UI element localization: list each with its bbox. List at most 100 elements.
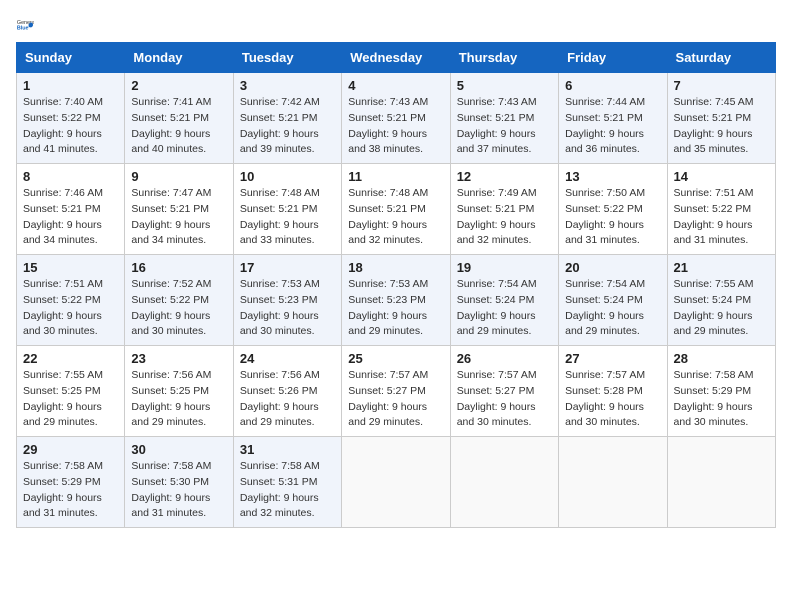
calendar-cell: 8 Sunrise: 7:46 AMSunset: 5:21 PMDayligh…: [17, 164, 125, 255]
calendar-cell: 16 Sunrise: 7:52 AMSunset: 5:22 PMDaylig…: [125, 255, 233, 346]
calendar-cell: 14 Sunrise: 7:51 AMSunset: 5:22 PMDaylig…: [667, 164, 775, 255]
calendar-cell: 25 Sunrise: 7:57 AMSunset: 5:27 PMDaylig…: [342, 346, 450, 437]
calendar-header-row: SundayMondayTuesdayWednesdayThursdayFrid…: [17, 43, 776, 73]
header-saturday: Saturday: [667, 43, 775, 73]
day-number: 6: [565, 78, 660, 93]
header-sunday: Sunday: [17, 43, 125, 73]
header-tuesday: Tuesday: [233, 43, 341, 73]
day-number: 4: [348, 78, 443, 93]
day-info: Sunrise: 7:43 AMSunset: 5:21 PMDaylight:…: [457, 96, 537, 155]
day-number: 11: [348, 169, 443, 184]
calendar-cell: 21 Sunrise: 7:55 AMSunset: 5:24 PMDaylig…: [667, 255, 775, 346]
day-number: 8: [23, 169, 118, 184]
calendar-cell: 13 Sunrise: 7:50 AMSunset: 5:22 PMDaylig…: [559, 164, 667, 255]
day-info: Sunrise: 7:53 AMSunset: 5:23 PMDaylight:…: [240, 278, 320, 337]
calendar-cell: 2 Sunrise: 7:41 AMSunset: 5:21 PMDayligh…: [125, 73, 233, 164]
day-number: 27: [565, 351, 660, 366]
calendar-cell: 23 Sunrise: 7:56 AMSunset: 5:25 PMDaylig…: [125, 346, 233, 437]
calendar-week-row: 22 Sunrise: 7:55 AMSunset: 5:25 PMDaylig…: [17, 346, 776, 437]
calendar-cell: 20 Sunrise: 7:54 AMSunset: 5:24 PMDaylig…: [559, 255, 667, 346]
day-info: Sunrise: 7:41 AMSunset: 5:21 PMDaylight:…: [131, 96, 211, 155]
day-info: Sunrise: 7:56 AMSunset: 5:26 PMDaylight:…: [240, 369, 320, 428]
day-number: 13: [565, 169, 660, 184]
logo: General Blue: [16, 16, 36, 34]
day-info: Sunrise: 7:51 AMSunset: 5:22 PMDaylight:…: [674, 187, 754, 246]
day-info: Sunrise: 7:55 AMSunset: 5:25 PMDaylight:…: [23, 369, 103, 428]
day-number: 29: [23, 442, 118, 457]
calendar-cell: 28 Sunrise: 7:58 AMSunset: 5:29 PMDaylig…: [667, 346, 775, 437]
logo-icon: General Blue: [16, 16, 34, 34]
day-info: Sunrise: 7:54 AMSunset: 5:24 PMDaylight:…: [565, 278, 645, 337]
calendar-cell: 22 Sunrise: 7:55 AMSunset: 5:25 PMDaylig…: [17, 346, 125, 437]
day-info: Sunrise: 7:45 AMSunset: 5:21 PMDaylight:…: [674, 96, 754, 155]
calendar-cell: 7 Sunrise: 7:45 AMSunset: 5:21 PMDayligh…: [667, 73, 775, 164]
day-number: 1: [23, 78, 118, 93]
day-info: Sunrise: 7:52 AMSunset: 5:22 PMDaylight:…: [131, 278, 211, 337]
day-info: Sunrise: 7:48 AMSunset: 5:21 PMDaylight:…: [240, 187, 320, 246]
day-info: Sunrise: 7:57 AMSunset: 5:27 PMDaylight:…: [348, 369, 428, 428]
day-number: 16: [131, 260, 226, 275]
day-info: Sunrise: 7:49 AMSunset: 5:21 PMDaylight:…: [457, 187, 537, 246]
calendar-cell: [450, 437, 558, 528]
calendar-cell: 9 Sunrise: 7:47 AMSunset: 5:21 PMDayligh…: [125, 164, 233, 255]
svg-text:Blue: Blue: [17, 26, 29, 32]
day-number: 30: [131, 442, 226, 457]
calendar-cell: 24 Sunrise: 7:56 AMSunset: 5:26 PMDaylig…: [233, 346, 341, 437]
day-info: Sunrise: 7:56 AMSunset: 5:25 PMDaylight:…: [131, 369, 211, 428]
day-number: 15: [23, 260, 118, 275]
calendar-cell: 17 Sunrise: 7:53 AMSunset: 5:23 PMDaylig…: [233, 255, 341, 346]
calendar-cell: 12 Sunrise: 7:49 AMSunset: 5:21 PMDaylig…: [450, 164, 558, 255]
day-info: Sunrise: 7:53 AMSunset: 5:23 PMDaylight:…: [348, 278, 428, 337]
day-info: Sunrise: 7:51 AMSunset: 5:22 PMDaylight:…: [23, 278, 103, 337]
calendar-cell: 31 Sunrise: 7:58 AMSunset: 5:31 PMDaylig…: [233, 437, 341, 528]
day-number: 17: [240, 260, 335, 275]
day-info: Sunrise: 7:43 AMSunset: 5:21 PMDaylight:…: [348, 96, 428, 155]
day-number: 19: [457, 260, 552, 275]
calendar-cell: 18 Sunrise: 7:53 AMSunset: 5:23 PMDaylig…: [342, 255, 450, 346]
day-info: Sunrise: 7:40 AMSunset: 5:22 PMDaylight:…: [23, 96, 103, 155]
calendar-cell: 10 Sunrise: 7:48 AMSunset: 5:21 PMDaylig…: [233, 164, 341, 255]
calendar-cell: 26 Sunrise: 7:57 AMSunset: 5:27 PMDaylig…: [450, 346, 558, 437]
day-info: Sunrise: 7:44 AMSunset: 5:21 PMDaylight:…: [565, 96, 645, 155]
calendar-cell: 5 Sunrise: 7:43 AMSunset: 5:21 PMDayligh…: [450, 73, 558, 164]
day-info: Sunrise: 7:58 AMSunset: 5:31 PMDaylight:…: [240, 460, 320, 519]
day-info: Sunrise: 7:48 AMSunset: 5:21 PMDaylight:…: [348, 187, 428, 246]
day-info: Sunrise: 7:58 AMSunset: 5:29 PMDaylight:…: [23, 460, 103, 519]
day-info: Sunrise: 7:50 AMSunset: 5:22 PMDaylight:…: [565, 187, 645, 246]
day-number: 26: [457, 351, 552, 366]
day-info: Sunrise: 7:54 AMSunset: 5:24 PMDaylight:…: [457, 278, 537, 337]
day-info: Sunrise: 7:42 AMSunset: 5:21 PMDaylight:…: [240, 96, 320, 155]
day-number: 10: [240, 169, 335, 184]
calendar-cell: 19 Sunrise: 7:54 AMSunset: 5:24 PMDaylig…: [450, 255, 558, 346]
day-info: Sunrise: 7:57 AMSunset: 5:27 PMDaylight:…: [457, 369, 537, 428]
day-info: Sunrise: 7:47 AMSunset: 5:21 PMDaylight:…: [131, 187, 211, 246]
calendar-cell: 15 Sunrise: 7:51 AMSunset: 5:22 PMDaylig…: [17, 255, 125, 346]
calendar-cell: 27 Sunrise: 7:57 AMSunset: 5:28 PMDaylig…: [559, 346, 667, 437]
calendar-cell: 30 Sunrise: 7:58 AMSunset: 5:30 PMDaylig…: [125, 437, 233, 528]
calendar-cell: 3 Sunrise: 7:42 AMSunset: 5:21 PMDayligh…: [233, 73, 341, 164]
header-thursday: Thursday: [450, 43, 558, 73]
day-info: Sunrise: 7:55 AMSunset: 5:24 PMDaylight:…: [674, 278, 754, 337]
calendar-cell: [342, 437, 450, 528]
day-number: 9: [131, 169, 226, 184]
calendar-cell: [667, 437, 775, 528]
day-number: 28: [674, 351, 769, 366]
calendar-cell: 4 Sunrise: 7:43 AMSunset: 5:21 PMDayligh…: [342, 73, 450, 164]
header-wednesday: Wednesday: [342, 43, 450, 73]
header: General Blue: [16, 16, 776, 34]
day-number: 21: [674, 260, 769, 275]
day-number: 23: [131, 351, 226, 366]
header-friday: Friday: [559, 43, 667, 73]
day-info: Sunrise: 7:46 AMSunset: 5:21 PMDaylight:…: [23, 187, 103, 246]
day-info: Sunrise: 7:57 AMSunset: 5:28 PMDaylight:…: [565, 369, 645, 428]
day-info: Sunrise: 7:58 AMSunset: 5:29 PMDaylight:…: [674, 369, 754, 428]
day-info: Sunrise: 7:58 AMSunset: 5:30 PMDaylight:…: [131, 460, 211, 519]
calendar-cell: 6 Sunrise: 7:44 AMSunset: 5:21 PMDayligh…: [559, 73, 667, 164]
day-number: 31: [240, 442, 335, 457]
day-number: 25: [348, 351, 443, 366]
calendar-week-row: 1 Sunrise: 7:40 AMSunset: 5:22 PMDayligh…: [17, 73, 776, 164]
calendar-cell: 1 Sunrise: 7:40 AMSunset: 5:22 PMDayligh…: [17, 73, 125, 164]
calendar-week-row: 15 Sunrise: 7:51 AMSunset: 5:22 PMDaylig…: [17, 255, 776, 346]
calendar-week-row: 8 Sunrise: 7:46 AMSunset: 5:21 PMDayligh…: [17, 164, 776, 255]
day-number: 14: [674, 169, 769, 184]
